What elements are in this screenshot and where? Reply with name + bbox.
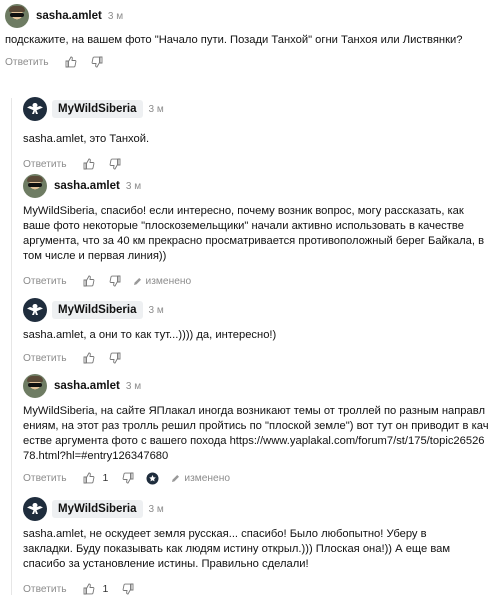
thumbs-up-icon[interactable] [83,472,95,484]
thumbs-up-icon[interactable] [83,583,95,595]
thumbs-up-icon[interactable] [83,158,95,170]
avatar[interactable] [23,374,47,398]
reply-button[interactable]: Ответить [23,584,67,595]
thumbs-up-icon[interactable] [83,275,95,287]
comment-time: 3 м [107,10,124,22]
pencil-icon [133,277,141,285]
comment-text: sasha.amlet, не оскудеет земля русская..… [23,528,454,570]
comment-text: подскажите, на вашем фото "Начало пути. … [5,34,463,46]
reply-button[interactable]: Ответить [5,57,49,68]
comment-time: 3 м [148,304,164,316]
author-name[interactable]: sasha.amlet [54,180,120,192]
author-name[interactable]: MyWildSiberia [52,301,143,319]
like-count: 1 [102,583,109,595]
comment: MyWildSiberia 3 м sasha.amlet, это Танхо… [23,96,491,172]
comment: MyWildSiberia 3 м sasha.amlet, не оскуде… [23,496,491,597]
like-count: 1 [102,472,109,484]
thumbs-down-icon[interactable] [91,56,103,68]
avatar[interactable] [5,4,29,28]
comment-time: 3 м [125,180,142,192]
author-name[interactable]: sasha.amlet [36,10,102,22]
edited-label: изменено [133,276,191,287]
reply-button[interactable]: Ответить [23,473,67,484]
comment-text: sasha.amlet, это Танхой. [23,133,150,145]
avatar[interactable] [23,174,47,198]
reply-button[interactable]: Ответить [23,276,67,287]
thumbs-down-icon[interactable] [122,472,134,484]
comment: sasha.amlet 3 м MyWildSiberia, спасибо! … [23,173,491,289]
avatar[interactable] [23,298,47,322]
thumbs-down-icon[interactable] [109,158,121,170]
award-icon [146,472,159,484]
author-name[interactable]: sasha.amlet [54,380,120,392]
comment-text: sasha.amlet, а они то как тут...)))) да,… [23,329,277,341]
comment-text: MyWildSiberia, на сайте ЯПлакал иногда в… [23,405,489,462]
author-name[interactable]: MyWildSiberia [52,500,143,518]
thumbs-down-icon[interactable] [109,275,121,287]
comment: MyWildSiberia 3 м sasha.amlet, а они то … [23,297,491,366]
comment: sasha.amlet 3 м подскажите, на вашем фот… [5,3,489,70]
comment-time: 3 м [148,503,164,515]
thread-line [11,98,12,595]
avatar[interactable] [23,97,47,121]
comment-time: 3 м [125,380,142,392]
pencil-icon [172,474,180,482]
thumbs-down-icon[interactable] [122,583,134,595]
thumbs-up-icon[interactable] [83,352,95,364]
author-name[interactable]: MyWildSiberia [52,100,143,118]
reply-button[interactable]: Ответить [23,159,67,170]
comment: sasha.amlet 3 м MyWildSiberia, на сайте … [23,373,491,486]
edited-label: изменено [171,473,230,484]
comment-time: 3 м [148,103,164,115]
thumbs-down-icon[interactable] [109,352,121,364]
reply-button[interactable]: Ответить [23,353,67,364]
thumbs-up-icon[interactable] [65,56,77,68]
avatar[interactable] [23,497,47,521]
comment-text: MyWildSiberia, спасибо! если интересно, … [23,205,488,262]
